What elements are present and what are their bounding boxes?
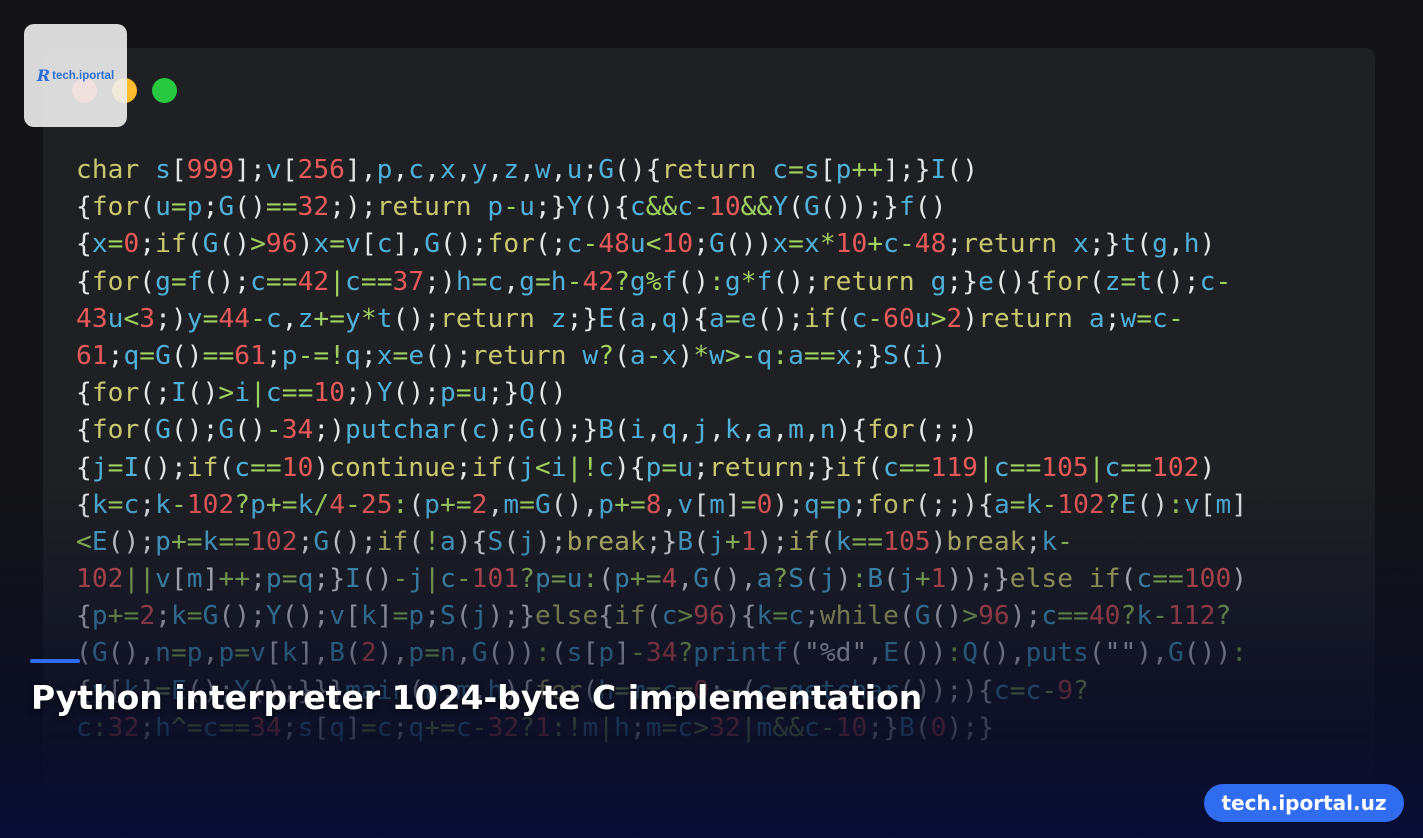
- code-line: {p+=2;k=G();Y();v[k]=p;S(j);}else{if(c>9…: [76, 601, 1232, 632]
- site-logo: R tech.iportal: [24, 24, 127, 127]
- code-line: {for(u=p;G()==32;);return p-u;}Y(){c&&c-…: [76, 192, 947, 223]
- code-line: {for(G();G()-34;)putchar(c);G();}B(i,q,j…: [76, 415, 979, 446]
- code-line: (G(),n=p,p=v[k],B(2),p=n,G()):(s[p]-34?p…: [76, 638, 1248, 669]
- accent-bar: [30, 659, 80, 663]
- code-line: 61;q=G()==61;p-=!q;x=e();return w?(a-x)*…: [76, 340, 947, 371]
- site-badge[interactable]: tech.iportal.uz: [1204, 784, 1404, 822]
- logo-text: tech.iportal: [52, 69, 115, 82]
- code-line: 43u<3;)y=44-c,z+=y*t();return z;}E(a,q){…: [76, 303, 1184, 334]
- code-block: char s[999];v[256],p,c,x,y,z,w,u;G(){ret…: [76, 152, 1346, 747]
- code-line: {k=c;k-102?p+=k/4-25:(p+=2,m=G(),p+=8,v[…: [76, 489, 1248, 520]
- code-line: {for(g=f();c==42|c==37;)h=c,g=h-42?g%f()…: [76, 266, 1232, 297]
- code-line: <E();p+=k==102;G();if(!a){S(j);break;}B(…: [76, 526, 1073, 557]
- article-headline: Python interpreter 1024-byte C implement…: [31, 678, 923, 717]
- code-line: char s[999];v[256],p,c,x,y,z,w,u;G(){ret…: [76, 155, 979, 185]
- logo-mark-icon: R: [36, 66, 51, 85]
- code-line: {x=0;if(G()>96)x=v[c],G();for(;c-48u<10;…: [76, 229, 1216, 260]
- code-line: 102||v[m]++;p=q;}I()-j|c-101?p=u:(p+=4,G…: [76, 564, 1248, 595]
- code-line: {j=I();if(c==10)continue;if(j<i|!c){p=u;…: [76, 452, 1216, 483]
- zoom-dot-icon: [152, 78, 177, 103]
- code-line: {for(;I()>i|c==10;)Y();p=u;}Q(): [76, 378, 567, 409]
